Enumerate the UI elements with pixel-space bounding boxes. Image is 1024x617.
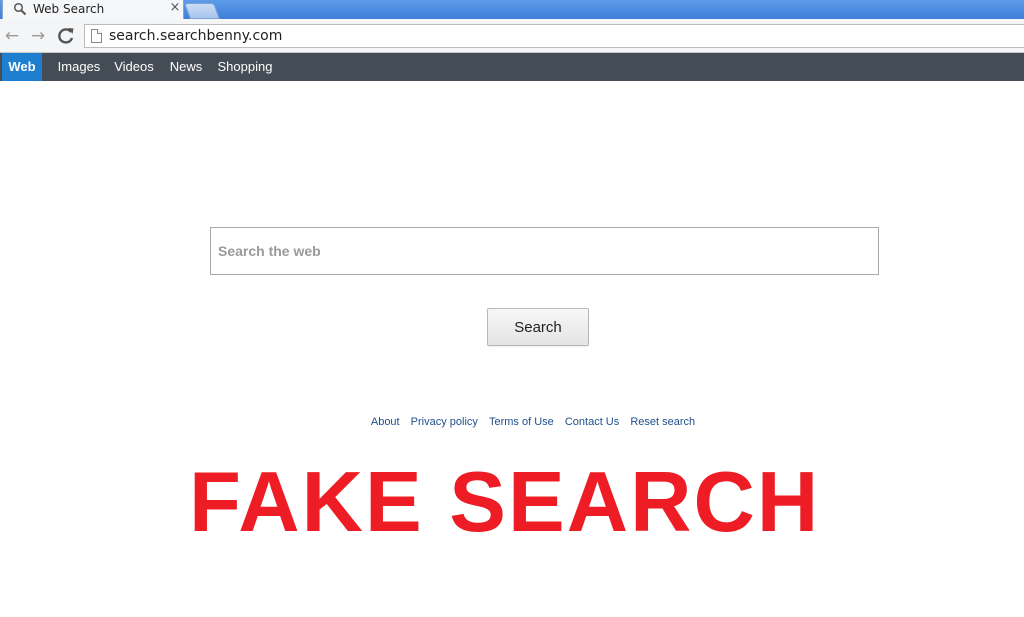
site-nav-bar: Web Images Videos News Shopping <box>0 53 1024 81</box>
search-input[interactable] <box>210 227 879 275</box>
footer-link-about[interactable]: About <box>371 416 400 428</box>
footer-link-reset-search[interactable]: Reset search <box>630 416 695 428</box>
nav-item-videos[interactable]: Videos <box>110 53 158 81</box>
magnifier-icon <box>13 2 27 16</box>
nav-item-images[interactable]: Images <box>54 53 104 81</box>
footer-links: About Privacy policy Terms of Use Contac… <box>0 416 1024 428</box>
browser-tab-strip: Web Search × <box>0 0 1024 19</box>
url-text: search.searchbenny.com <box>109 28 283 44</box>
nav-item-shopping[interactable]: Shopping <box>214 53 276 81</box>
back-arrow-icon[interactable]: ← <box>2 26 22 46</box>
page-icon <box>91 29 102 43</box>
tab-title: Web Search <box>33 2 105 16</box>
search-button[interactable]: Search <box>487 308 589 346</box>
fake-search-overlay-label: FAKE SEARCH <box>189 455 821 550</box>
browser-toolbar: ← → search.searchbenny.com <box>0 19 1024 53</box>
nav-item-news[interactable]: News <box>165 53 207 81</box>
reload-icon[interactable] <box>56 26 76 46</box>
close-tab-icon[interactable]: × <box>168 1 182 15</box>
browser-tab[interactable]: Web Search × <box>2 0 184 19</box>
footer-link-privacy-policy[interactable]: Privacy policy <box>411 416 478 428</box>
new-tab-button[interactable] <box>184 3 220 19</box>
footer-link-contact-us[interactable]: Contact Us <box>565 416 619 428</box>
address-bar[interactable]: search.searchbenny.com <box>84 24 1024 48</box>
nav-item-web[interactable]: Web <box>2 53 42 81</box>
footer-link-terms-of-use[interactable]: Terms of Use <box>489 416 554 428</box>
forward-arrow-icon[interactable]: → <box>28 26 48 46</box>
